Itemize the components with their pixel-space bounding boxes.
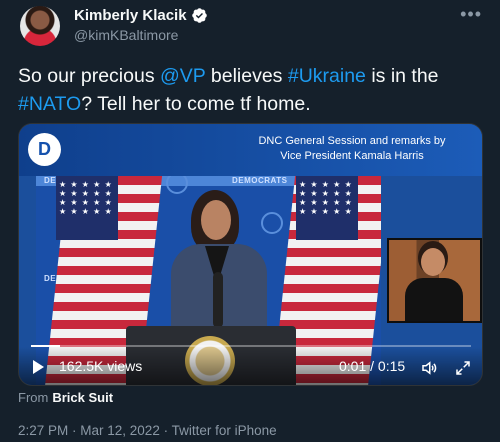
tweet-text-part: So our precious (18, 65, 160, 87)
fullscreen-expand-icon[interactable] (453, 359, 473, 377)
source-prefix: From (18, 390, 49, 405)
speaker-face (201, 200, 231, 240)
display-name[interactable]: Kimberly Klacik (74, 7, 187, 24)
play-icon[interactable] (33, 360, 44, 374)
microphone-icon (213, 272, 223, 328)
stage-backdrop-text: DEMOCRATS (232, 176, 288, 185)
volume-icon[interactable] (419, 359, 439, 377)
video-progress-bar[interactable] (31, 345, 471, 347)
author-handle[interactable]: @kimKBaltimore (74, 27, 178, 43)
sign-language-interpreter-inset (387, 238, 482, 323)
video-player[interactable]: D DNC General Session and remarks by Vic… (18, 123, 483, 386)
dnc-logo-icon: D (28, 133, 61, 166)
video-caption-line: Vice President Kamala Harris (280, 150, 424, 162)
flag-canton: ★ ★ ★ ★ ★ ★ ★ ★ ★ ★ ★ ★ ★ ★ ★ ★ ★ ★ ★ ★ (296, 176, 358, 240)
source-link[interactable]: Brick Suit (52, 390, 113, 405)
video-caption: DNC General Session and remarks by Vice … (242, 134, 462, 164)
flag-canton: ★ ★ ★ ★ ★ ★ ★ ★ ★ ★ ★ ★ ★ ★ ★ ★ ★ ★ ★ ★ (56, 176, 118, 240)
video-source: From Brick Suit (18, 390, 113, 405)
tweet-timestamp[interactable]: 2:27 PM · Mar 12, 2022 · Twitter for iPh… (18, 423, 277, 438)
video-time: 0:01 / 0:15 (339, 358, 406, 374)
author-name-row[interactable]: Kimberly Klacik (74, 7, 208, 24)
ellipsis-icon[interactable]: ••• (460, 4, 482, 25)
tweet: Kimberly Klacik @kimKBaltimore ••• So ou… (0, 0, 500, 442)
interpreter-head (421, 248, 445, 276)
video-caption-line: DNC General Session and remarks by (258, 135, 446, 147)
mention-link-vp[interactable]: @VP (160, 65, 205, 87)
flag-stars-icon: ★ ★ ★ ★ ★ ★ ★ ★ ★ ★ ★ ★ ★ ★ ★ ★ ★ ★ ★ ★ (59, 180, 113, 216)
hashtag-link-ukraine[interactable]: #Ukraine (288, 65, 366, 87)
interpreter-torso (405, 278, 463, 321)
tweet-text-part: ? Tell her to come tf home. (81, 93, 311, 115)
tweet-text-part: is in the (365, 65, 439, 87)
avatar[interactable] (20, 6, 60, 46)
tweet-text: So our precious @VP believes #Ukraine is… (18, 62, 488, 118)
flag-stars-icon: ★ ★ ★ ★ ★ ★ ★ ★ ★ ★ ★ ★ ★ ★ ★ ★ ★ ★ ★ ★ (299, 180, 353, 216)
verified-badge-icon (191, 8, 207, 23)
hashtag-link-nato[interactable]: #NATO (18, 93, 81, 115)
video-progress-fill (31, 345, 61, 347)
view-count: 162.5K views (59, 358, 143, 374)
tweet-text-part: believes (205, 65, 288, 87)
